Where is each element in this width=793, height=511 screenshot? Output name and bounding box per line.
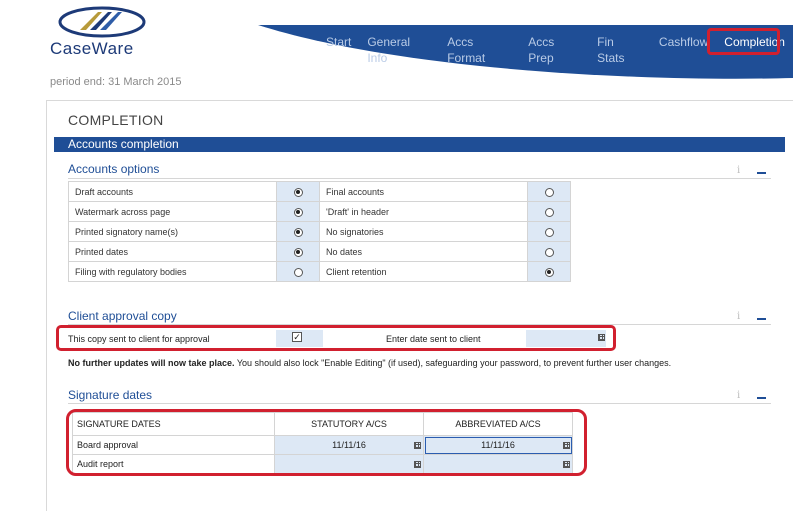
option-label: Final accounts xyxy=(319,181,528,202)
option-label: Filing with regulatory bodies xyxy=(68,261,277,282)
caseware-logo: CaseWare xyxy=(48,6,158,58)
nav-general-info[interactable]: General Info xyxy=(359,34,439,66)
option-label: No signatories xyxy=(319,221,528,242)
collapse-icon[interactable] xyxy=(757,318,766,320)
completion-page: CaseWare Start General Info Accs Format … xyxy=(0,0,793,511)
option-label: Client retention xyxy=(319,261,528,282)
nav-fin-stats[interactable]: Fin Stats xyxy=(589,34,651,66)
radio-button[interactable] xyxy=(293,247,303,257)
option-radio-cell[interactable] xyxy=(276,261,320,282)
radio-button[interactable] xyxy=(293,187,303,197)
info-icon[interactable]: i xyxy=(737,311,740,322)
collapse-icon[interactable] xyxy=(757,172,766,174)
option-radio-cell[interactable] xyxy=(276,201,320,222)
logo-text: CaseWare xyxy=(50,39,134,58)
radio-button[interactable] xyxy=(544,187,554,197)
option-label: Printed signatory name(s) xyxy=(68,221,277,242)
signature-dates-highlight xyxy=(66,409,587,476)
option-radio-cell[interactable] xyxy=(527,241,571,262)
option-radio-cell[interactable] xyxy=(527,181,571,202)
table-row: Filing with regulatory bodies Client rete… xyxy=(68,261,571,282)
collapse-icon[interactable] xyxy=(757,397,766,399)
radio-button[interactable] xyxy=(293,227,303,237)
notice-bold: No further updates will now take place. xyxy=(68,358,235,368)
option-radio-cell[interactable] xyxy=(527,201,571,222)
radio-button[interactable] xyxy=(544,267,554,277)
option-label: No dates xyxy=(319,241,528,262)
period-end: period end: 31 March 2015 xyxy=(50,76,182,88)
info-icon[interactable]: i xyxy=(737,165,740,176)
info-icon[interactable]: i xyxy=(737,390,740,401)
option-radio-cell[interactable] xyxy=(276,221,320,242)
approval-highlight xyxy=(56,325,616,351)
table-row: Printed dates No dates xyxy=(68,241,571,262)
client-approval-title: Client approval copy xyxy=(68,309,177,323)
option-radio-cell[interactable] xyxy=(527,261,571,282)
radio-button[interactable] xyxy=(544,207,554,217)
accounts-options-title: Accounts options xyxy=(68,162,160,176)
table-row: Printed signatory name(s) No signatories xyxy=(68,221,571,242)
section-divider xyxy=(68,178,771,179)
nav-start[interactable]: Start xyxy=(318,34,359,66)
page-title: COMPLETION xyxy=(68,112,164,128)
radio-button[interactable] xyxy=(293,267,303,277)
table-row: Draft accounts Final accounts xyxy=(68,181,571,202)
lock-notice: No further updates will now take place. … xyxy=(68,358,671,368)
nav-completion-highlight xyxy=(707,28,780,55)
radio-button[interactable] xyxy=(544,247,554,257)
option-label: Draft accounts xyxy=(68,181,277,202)
nav-accs-format[interactable]: Accs Format xyxy=(439,34,520,66)
option-label: Printed dates xyxy=(68,241,277,262)
radio-button[interactable] xyxy=(544,227,554,237)
nav-accs-prep[interactable]: Accs Prep xyxy=(520,34,589,66)
section-divider xyxy=(68,403,771,404)
option-label: 'Draft' in header xyxy=(319,201,528,222)
option-radio-cell[interactable] xyxy=(527,221,571,242)
option-radio-cell[interactable] xyxy=(276,241,320,262)
radio-button[interactable] xyxy=(293,207,303,217)
signature-dates-title: Signature dates xyxy=(68,388,153,402)
notice-text: You should also lock "Enable Editing" (i… xyxy=(234,358,672,368)
accounts-options-table: Draft accounts Final accounts Watermark ac… xyxy=(68,181,571,282)
option-radio-cell[interactable] xyxy=(276,181,320,202)
logo-swoosh-icon xyxy=(58,6,146,38)
accounts-completion-band: Accounts completion xyxy=(54,137,785,152)
table-row: Watermark across page 'Draft' in header xyxy=(68,201,571,222)
option-label: Watermark across page xyxy=(68,201,277,222)
